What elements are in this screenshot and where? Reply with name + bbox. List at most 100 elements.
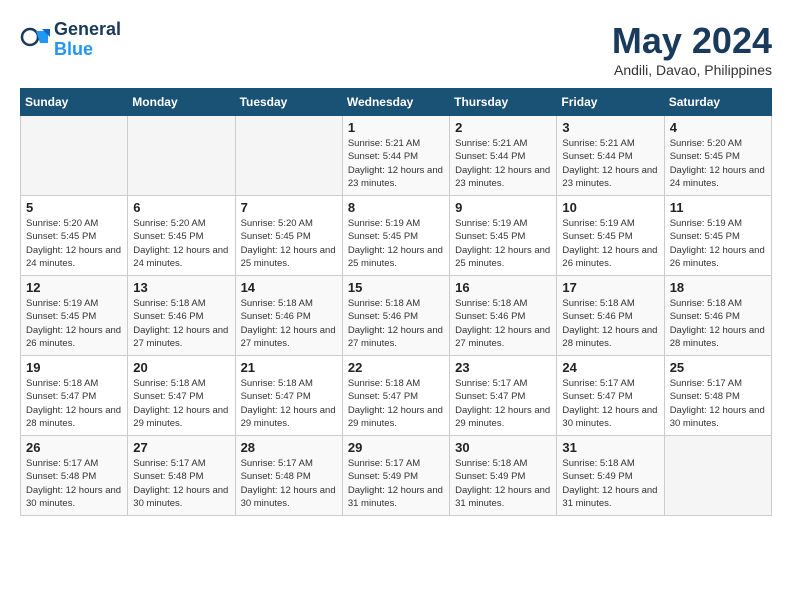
day-number: 4 [670,120,766,135]
calendar-cell: 25Sunrise: 5:17 AMSunset: 5:48 PMDayligh… [664,356,771,436]
day-number: 9 [455,200,551,215]
day-number: 1 [348,120,444,135]
day-number: 21 [241,360,337,375]
calendar-cell: 14Sunrise: 5:18 AMSunset: 5:46 PMDayligh… [235,276,342,356]
day-info: Sunrise: 5:19 AMSunset: 5:45 PMDaylight:… [562,217,658,270]
day-info: Sunrise: 5:17 AMSunset: 5:48 PMDaylight:… [26,457,122,510]
weekday-header-row: SundayMondayTuesdayWednesdayThursdayFrid… [21,89,772,116]
logo-text: General Blue [54,20,121,60]
calendar-cell: 5Sunrise: 5:20 AMSunset: 5:45 PMDaylight… [21,196,128,276]
day-number: 7 [241,200,337,215]
day-number: 8 [348,200,444,215]
header: General Blue May 2024 Andili, Davao, Phi… [20,20,772,78]
day-info: Sunrise: 5:18 AMSunset: 5:49 PMDaylight:… [455,457,551,510]
day-number: 6 [133,200,229,215]
day-number: 11 [670,200,766,215]
day-number: 18 [670,280,766,295]
calendar-week-row: 1 Sunrise: 5:21 AMSunset: 5:44 PMDaylight… [21,116,772,196]
day-number: 22 [348,360,444,375]
logo: General Blue [20,20,121,60]
calendar-cell: 7 Sunrise: 5:20 AMSunset: 5:45 PMDaylight… [235,196,342,276]
day-number: 26 [26,440,122,455]
calendar-week-row: 5Sunrise: 5:20 AMSunset: 5:45 PMDaylight… [21,196,772,276]
day-number: 23 [455,360,551,375]
calendar-cell: 1Sunrise: 5:21 AMSunset: 5:44 PMDaylight… [342,116,449,196]
day-info: Sunrise: 5:18 AMSunset: 5:46 PMDaylight:… [562,297,658,350]
day-number: 16 [455,280,551,295]
day-number: 27 [133,440,229,455]
day-number: 20 [133,360,229,375]
calendar-cell [235,116,342,196]
day-number: 28 [241,440,337,455]
calendar-cell: 8Sunrise: 5:19 AMSunset: 5:45 PMDaylight… [342,196,449,276]
calendar-cell: 10Sunrise: 5:19 AMSunset: 5:45 PMDayligh… [557,196,664,276]
day-number: 17 [562,280,658,295]
calendar-cell: 15Sunrise: 5:18 AMSunset: 5:46 PMDayligh… [342,276,449,356]
weekday-header-thursday: Thursday [450,89,557,116]
day-number: 30 [455,440,551,455]
day-info: Sunrise: 5:20 AMSunset: 5:45 PMDaylight:… [133,217,229,270]
day-number: 19 [26,360,122,375]
day-info: Sunrise: 5:18 AMSunset: 5:47 PMDaylight:… [241,377,337,430]
month-title: May 2024 [612,20,772,62]
day-info: Sunrise: 5:18 AMSunset: 5:47 PMDaylight:… [26,377,122,430]
day-number: 15 [348,280,444,295]
calendar-cell: 27Sunrise: 5:17 AMSunset: 5:48 PMDayligh… [128,436,235,516]
calendar-cell: 31 Sunrise: 5:18 AMSunset: 5:49 PMDayligh… [557,436,664,516]
day-info: Sunrise: 5:17 AMSunset: 5:49 PMDaylight:… [348,457,444,510]
day-number: 13 [133,280,229,295]
day-info: Sunrise: 5:19 AMSunset: 5:45 PMDaylight:… [26,297,122,350]
day-number: 2 [455,120,551,135]
day-info: Sunrise: 5:20 AMSunset: 5:45 PMDaylight:… [241,217,337,270]
calendar-cell: 4Sunrise: 5:20 AMSunset: 5:45 PMDaylight… [664,116,771,196]
logo-icon [20,25,50,55]
calendar-week-row: 19 Sunrise: 5:18 AMSunset: 5:47 PMDayligh… [21,356,772,436]
logo-line2: Blue [54,39,93,59]
day-info: Sunrise: 5:18 AMSunset: 5:49 PMDaylight:… [562,457,658,510]
day-info: Sunrise: 5:18 AMSunset: 5:46 PMDaylight:… [241,297,337,350]
day-info: Sunrise: 5:17 AMSunset: 5:48 PMDaylight:… [241,457,337,510]
day-number: 31 [562,440,658,455]
calendar-week-row: 26 Sunrise: 5:17 AMSunset: 5:48 PMDayligh… [21,436,772,516]
calendar-cell: 16 Sunrise: 5:18 AMSunset: 5:46 PMDayligh… [450,276,557,356]
calendar-cell: 20Sunrise: 5:18 AMSunset: 5:47 PMDayligh… [128,356,235,436]
calendar-cell: 26 Sunrise: 5:17 AMSunset: 5:48 PMDayligh… [21,436,128,516]
calendar-cell: 6 Sunrise: 5:20 AMSunset: 5:45 PMDaylight… [128,196,235,276]
weekday-header-saturday: Saturday [664,89,771,116]
calendar-cell [21,116,128,196]
calendar-week-row: 12 Sunrise: 5:19 AMSunset: 5:45 PMDayligh… [21,276,772,356]
calendar-cell: 22 Sunrise: 5:18 AMSunset: 5:47 PMDayligh… [342,356,449,436]
calendar-cell: 11 Sunrise: 5:19 AMSunset: 5:45 PMDayligh… [664,196,771,276]
calendar-cell: 28 Sunrise: 5:17 AMSunset: 5:48 PMDayligh… [235,436,342,516]
day-number: 25 [670,360,766,375]
weekday-header-friday: Friday [557,89,664,116]
day-info: Sunrise: 5:18 AMSunset: 5:46 PMDaylight:… [670,297,766,350]
calendar-cell: 12 Sunrise: 5:19 AMSunset: 5:45 PMDayligh… [21,276,128,356]
location: Andili, Davao, Philippines [612,62,772,78]
day-info: Sunrise: 5:18 AMSunset: 5:46 PMDaylight:… [133,297,229,350]
weekday-header-wednesday: Wednesday [342,89,449,116]
day-number: 29 [348,440,444,455]
calendar-cell: 30 Sunrise: 5:18 AMSunset: 5:49 PMDayligh… [450,436,557,516]
weekday-header-tuesday: Tuesday [235,89,342,116]
weekday-header-sunday: Sunday [21,89,128,116]
day-info: Sunrise: 5:21 AMSunset: 5:44 PMDaylight:… [562,137,658,190]
calendar-cell [128,116,235,196]
day-number: 24 [562,360,658,375]
day-info: Sunrise: 5:18 AMSunset: 5:47 PMDaylight:… [348,377,444,430]
day-info: Sunrise: 5:19 AMSunset: 5:45 PMDaylight:… [455,217,551,270]
day-number: 12 [26,280,122,295]
day-info: Sunrise: 5:19 AMSunset: 5:45 PMDaylight:… [670,217,766,270]
calendar-cell: 24 Sunrise: 5:17 AMSunset: 5:47 PMDayligh… [557,356,664,436]
calendar-cell: 29 Sunrise: 5:17 AMSunset: 5:49 PMDayligh… [342,436,449,516]
calendar-cell [664,436,771,516]
weekday-header-monday: Monday [128,89,235,116]
day-info: Sunrise: 5:18 AMSunset: 5:46 PMDaylight:… [455,297,551,350]
day-info: Sunrise: 5:17 AMSunset: 5:47 PMDaylight:… [562,377,658,430]
logo-line1: General [54,20,121,40]
calendar-cell: 21 Sunrise: 5:18 AMSunset: 5:47 PMDayligh… [235,356,342,436]
calendar-cell: 3 Sunrise: 5:21 AMSunset: 5:44 PMDaylight… [557,116,664,196]
calendar-cell: 9 Sunrise: 5:19 AMSunset: 5:45 PMDaylight… [450,196,557,276]
day-number: 3 [562,120,658,135]
calendar-cell: 13 Sunrise: 5:18 AMSunset: 5:46 PMDayligh… [128,276,235,356]
